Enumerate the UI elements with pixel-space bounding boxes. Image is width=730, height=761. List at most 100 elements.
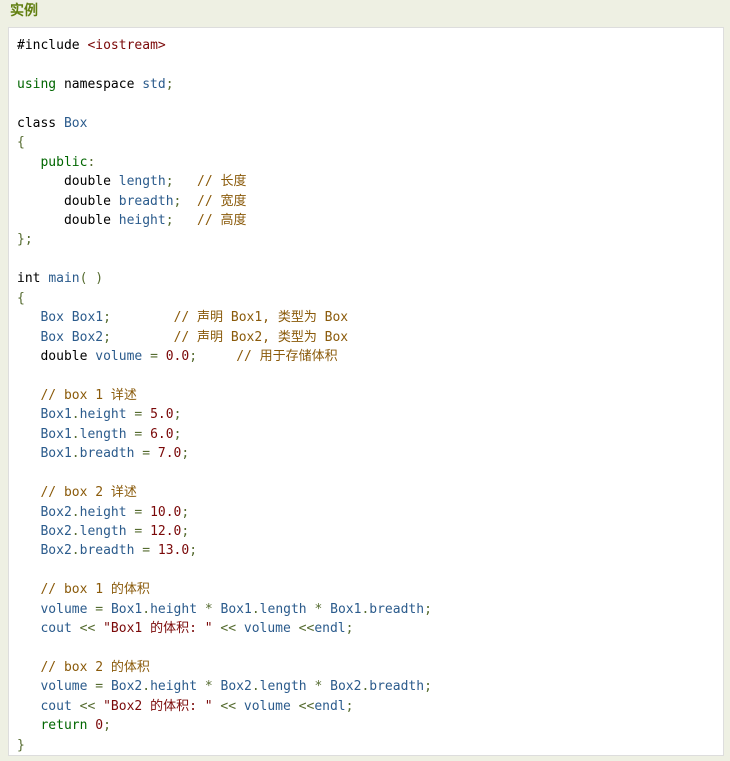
code-identifier: breadth — [79, 543, 135, 559]
code-punctuation: ; — [424, 601, 432, 617]
code-punctuation: ; — [173, 426, 182, 442]
code-line: Box1.length = 6.0; — [17, 425, 432, 444]
code-punctuation: . — [71, 446, 80, 462]
code-punctuation: : — [87, 154, 96, 170]
code-text: namespace — [56, 76, 143, 92]
code-identifier: length — [79, 426, 127, 442]
code-punctuation: ; — [345, 621, 354, 637]
code-number: 13.0 — [157, 543, 190, 559]
code-identifier: length — [259, 679, 307, 695]
code-string: "Box1 的体积: " — [103, 621, 213, 637]
code-punctuation: . — [71, 426, 80, 442]
code-identifier: Box1 — [330, 601, 362, 617]
code-identifier: volume — [95, 349, 143, 364]
code-identifier: Box1 — [220, 601, 252, 617]
code-identifier: Box — [63, 115, 88, 131]
code-punctuation: << — [220, 621, 237, 637]
code-comment: // 声明 Box1, 类型为 Box — [173, 310, 349, 326]
code-text: double — [17, 174, 119, 190]
code-comment: // 声明 Box2, 类型为 Box — [173, 329, 349, 345]
code-identifier: length — [259, 601, 307, 617]
code-identifier: volume — [243, 698, 291, 714]
code-punctuation: ; — [103, 718, 111, 734]
code-identifier: Box1 — [40, 446, 72, 462]
code-comment: // 用于存储体积 — [236, 349, 338, 364]
code-identifier: volume — [243, 621, 291, 637]
code-line: // box 2 详述 — [17, 483, 432, 502]
code-text: #include — [17, 38, 88, 53]
code-identifier: Box Box1 — [40, 310, 104, 326]
code-punctuation: . — [142, 601, 151, 617]
code-punctuation: }; — [17, 232, 33, 248]
code-line: Box1.breadth = 7.0; — [17, 444, 432, 463]
code-identifier: cout — [40, 621, 72, 637]
code-identifier: height — [79, 504, 127, 520]
code-comment: // box 2 的体积 — [40, 660, 150, 675]
code-punctuation: ; — [181, 446, 190, 462]
code-line: int main( ) — [17, 269, 432, 288]
code-identifier: breadth — [118, 193, 174, 209]
code-number: 10.0 — [150, 504, 182, 520]
code-punctuation: = — [142, 543, 151, 559]
code-identifier: height — [150, 679, 198, 695]
code-number: 12.0 — [150, 523, 182, 539]
code-line: cout << "Box2 的体积: " << volume <<endl; — [17, 697, 432, 716]
code-punctuation: ; — [103, 310, 111, 326]
code-string: "Box2 的体积: " — [103, 698, 213, 714]
code-comment: // 长度 — [197, 174, 247, 190]
code-line: cout << "Box1 的体积: " << volume <<endl; — [17, 619, 432, 638]
code-punctuation: ; — [181, 504, 190, 520]
code-line: Box2.length = 12.0; — [17, 522, 432, 541]
code-number: 0.0 — [165, 349, 190, 364]
code-line: #include <iostream> — [17, 36, 432, 55]
code-identifier: std — [142, 76, 166, 92]
code-line: double length; // 长度 — [17, 172, 432, 191]
code-identifier: Box2 — [110, 679, 143, 695]
code-line: } — [17, 736, 432, 755]
code-line: return 0; — [17, 716, 432, 735]
code-punctuation: ; — [189, 349, 198, 364]
code-line: // box 1 的体积 — [17, 580, 432, 599]
code-line: Box2.breadth = 13.0; — [17, 541, 432, 560]
code-identifier: Box2 — [220, 679, 252, 695]
code-punctuation: ; — [189, 543, 198, 559]
code-punctuation: ; — [165, 212, 174, 228]
code-line: volume = Box1.height * Box1.length * Box… — [17, 600, 432, 619]
code-punctuation: ; — [165, 76, 174, 92]
code-line: // box 2 的体积 — [17, 658, 432, 677]
code-line: double breadth; // 宽度 — [17, 192, 432, 211]
code-punctuation: { — [17, 135, 25, 151]
code-line: }; — [17, 230, 432, 249]
code-line: { — [17, 289, 432, 308]
code-identifier: volume — [40, 679, 88, 695]
code-punctuation: . — [71, 504, 80, 520]
code-punctuation: . — [71, 543, 80, 559]
code-line: volume = Box2.height * Box2.length * Box… — [17, 677, 431, 696]
code-text: int — [17, 271, 49, 287]
code-line: // box 1 详述 — [17, 386, 432, 405]
code-line: public: — [17, 153, 432, 172]
code-block: #include <iostream> using namespace std;… — [8, 27, 724, 756]
